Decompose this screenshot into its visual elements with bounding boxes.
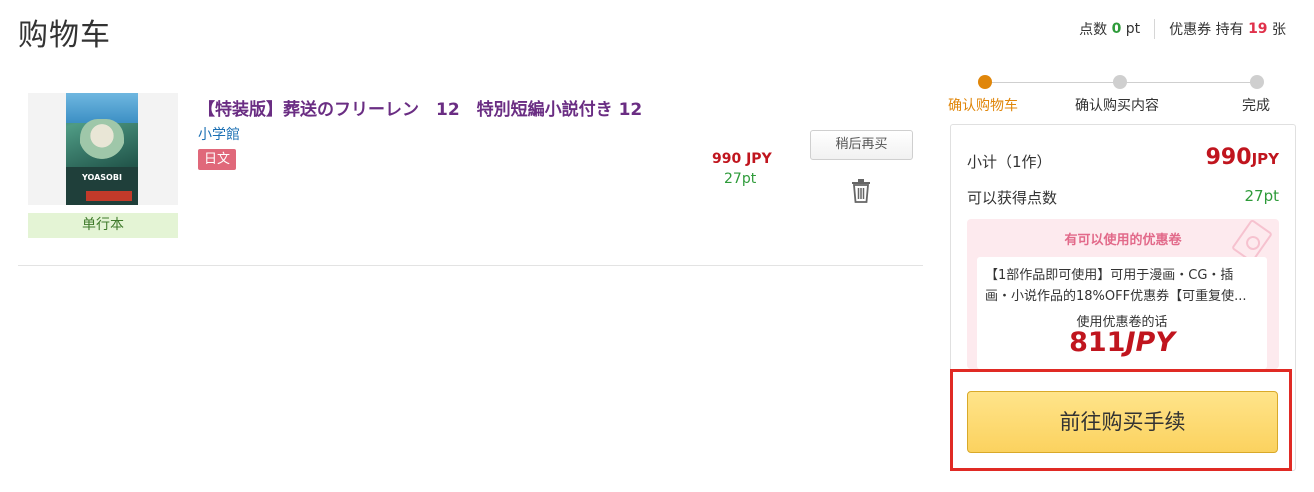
points-value: 0 bbox=[1111, 21, 1122, 37]
page-title: 购物车 bbox=[18, 18, 111, 53]
step-label-confirm: 确认购买内容 bbox=[1075, 98, 1159, 114]
earned-points-row: 可以获得点数 27pt bbox=[967, 187, 1279, 208]
step-label-cart: 确认购物车 bbox=[948, 98, 1018, 114]
coupon-price: 811JPY bbox=[977, 327, 1267, 358]
step-dot-cart bbox=[978, 75, 992, 89]
language-tag: 日文 bbox=[198, 149, 237, 170]
coupon-card[interactable]: 【1部作品即可使用】可用于漫画・CG・插画・小说作品的18%OFF优惠券【可重复… bbox=[977, 257, 1267, 369]
cover-image[interactable]: YOASOBI bbox=[66, 93, 138, 205]
points-label: 点数 bbox=[1079, 22, 1108, 38]
divider bbox=[1154, 19, 1156, 39]
coupon-description: 【1部作品即可使用】可用于漫画・CG・插画・小说作品的18%OFF优惠券【可重复… bbox=[985, 268, 1247, 304]
coupons-count[interactable]: 19 bbox=[1248, 21, 1267, 37]
step-label-complete: 完成 bbox=[1242, 98, 1270, 114]
cover-text: YOASOBI bbox=[82, 173, 122, 182]
earned-points-value: 27pt bbox=[1244, 187, 1280, 205]
coupon-price-unit: JPY bbox=[1125, 327, 1175, 358]
cart-item: YOASOBI 单行本 【特装版】葬送のフリーレン 12 特別短編小説付き 12… bbox=[18, 93, 923, 266]
points-unit: pt bbox=[1125, 21, 1141, 37]
checkout-button[interactable]: 前往购买手续 bbox=[967, 391, 1278, 453]
publisher-link[interactable]: 小学館 bbox=[198, 124, 240, 144]
trash-icon[interactable] bbox=[851, 179, 871, 203]
subtotal-label: 小计（1作） bbox=[967, 153, 1052, 171]
account-stats: 点数 0 pt 优惠券 持有 19 张 bbox=[1079, 19, 1286, 39]
subtotal-row: 小计（1作） 990JPY bbox=[967, 145, 1279, 172]
item-points: 27pt bbox=[724, 171, 757, 187]
item-price: 990 JPY bbox=[712, 151, 772, 167]
checkout-steps: 确认购物车 确认购买内容 完成 bbox=[945, 70, 1290, 120]
subtotal-unit: JPY bbox=[1251, 150, 1279, 168]
item-title-link[interactable]: 【特装版】葬送のフリーレン 12 特別短編小説付き 12 bbox=[198, 95, 642, 120]
earned-points-label: 可以获得点数 bbox=[967, 189, 1058, 207]
coupon-price-value: 811 bbox=[1069, 327, 1126, 358]
coupons-label[interactable]: 优惠券 持有 bbox=[1169, 19, 1243, 39]
coupon-section: 有可以使用的优惠卷 【1部作品即可使用】可用于漫画・CG・插画・小说作品的18%… bbox=[967, 219, 1279, 369]
cart-page: 购物车 点数 0 pt 优惠券 持有 19 张 YOASOBI 单行本 【特装版… bbox=[0, 0, 1314, 492]
format-badge: 单行本 bbox=[28, 213, 178, 238]
step-dot-confirm bbox=[1113, 75, 1127, 89]
cover-image-frame[interactable]: YOASOBI bbox=[28, 93, 178, 205]
step-dot-complete bbox=[1250, 75, 1264, 89]
subtotal-value: 990 bbox=[1205, 145, 1252, 170]
coupons-unit: 张 bbox=[1272, 22, 1286, 38]
buy-later-button[interactable]: 稍后再买 bbox=[810, 130, 913, 160]
subtotal-amount: 990JPY bbox=[1206, 145, 1279, 170]
coupon-header: 有可以使用的优惠卷 bbox=[1064, 233, 1182, 248]
